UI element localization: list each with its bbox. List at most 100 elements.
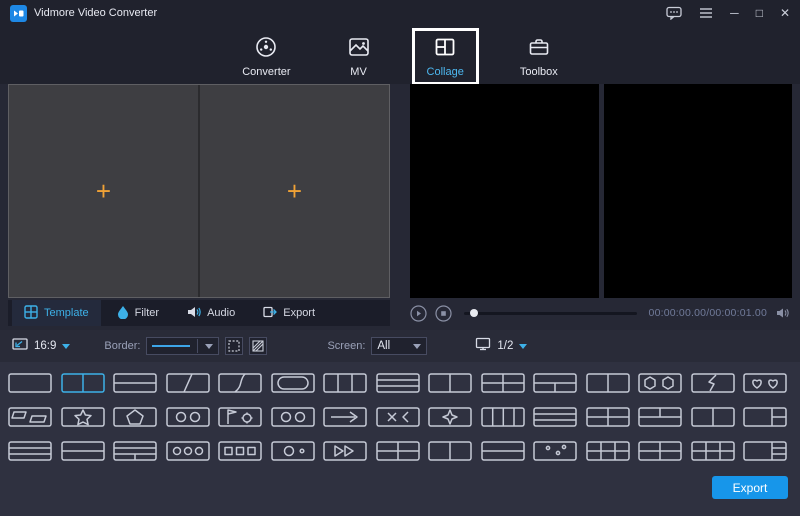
template-thumbnail-circles-2[interactable] xyxy=(271,407,315,427)
tab-converter-label: Converter xyxy=(242,66,290,78)
tab-audio-label: Audio xyxy=(207,307,235,319)
template-thumbnail-lines-3[interactable] xyxy=(376,373,420,393)
template-thumbnail-banners[interactable] xyxy=(8,407,52,427)
monitor-icon xyxy=(475,337,491,356)
template-row xyxy=(8,407,792,427)
template-thumbnail-x-bracket[interactable] xyxy=(376,407,420,427)
page-control[interactable]: 1/2 xyxy=(475,337,527,356)
collage-pane-1[interactable]: + xyxy=(9,85,198,297)
screen-value: All xyxy=(377,340,390,352)
title-bar: Vidmore Video Converter ─ □ ✕ xyxy=(0,0,800,26)
time-display: 00:00:00.00/00:00:01.00 xyxy=(649,307,767,319)
template-thumbnail-hearts[interactable] xyxy=(743,373,787,393)
aspect-ratio-caret-icon[interactable] xyxy=(62,344,70,349)
collage-pane-2[interactable]: + xyxy=(198,85,389,297)
template-thumbnail-pentagon[interactable] xyxy=(113,407,157,427)
screen-dropdown[interactable]: All xyxy=(371,337,427,355)
app-logo-icon xyxy=(10,5,27,22)
template-thumbnail-star-4[interactable] xyxy=(428,407,472,427)
template-thumbnail-lightning[interactable] xyxy=(691,373,735,393)
template-thumbnail-split-v2[interactable] xyxy=(428,441,472,461)
volume-icon[interactable] xyxy=(775,305,792,322)
tab-mv-label: MV xyxy=(350,66,367,78)
template-thumbnail-split-v2[interactable] xyxy=(61,373,105,393)
converter-reel-icon xyxy=(254,35,278,62)
feedback-icon[interactable] xyxy=(666,6,682,20)
seek-slider-thumb[interactable] xyxy=(470,309,478,317)
export-arrow-icon xyxy=(263,306,277,321)
play-button[interactable] xyxy=(410,305,427,322)
aspect-ratio-value: 16:9 xyxy=(34,340,56,352)
template-thumbnail-right-col[interactable] xyxy=(743,407,787,427)
close-icon[interactable]: ✕ xyxy=(780,7,790,19)
tab-template[interactable]: Template xyxy=(12,300,101,326)
minimize-icon[interactable]: ─ xyxy=(730,7,739,19)
template-thumbnail-split-v2[interactable] xyxy=(691,407,735,427)
template-thumbnail-grid-2x2[interactable] xyxy=(481,373,525,393)
page-caret-icon[interactable] xyxy=(519,344,527,349)
stop-button[interactable] xyxy=(435,305,452,322)
template-thumbnail-blank[interactable] xyxy=(8,373,52,393)
template-thumbnail-diagonal[interactable] xyxy=(166,373,210,393)
screen-dropdown-caret-icon[interactable] xyxy=(413,344,421,349)
seek-slider[interactable] xyxy=(464,312,637,315)
border-line-swatch xyxy=(152,345,190,347)
template-thumbnail-rounded[interactable] xyxy=(271,373,315,393)
template-thumbnail-circles-2[interactable] xyxy=(166,407,210,427)
audio-speaker-icon xyxy=(187,306,201,321)
export-button[interactable]: Export xyxy=(712,476,788,499)
template-thumbnail-hexagons[interactable] xyxy=(638,373,682,393)
template-thumbnail-flag-gear[interactable] xyxy=(218,407,262,427)
template-thumbnail-circle-dot[interactable] xyxy=(271,441,315,461)
template-thumbnail-squares-3[interactable] xyxy=(218,441,262,461)
template-thumbnail-grid-2x2[interactable] xyxy=(586,407,630,427)
template-thumbnail-grid-3x3[interactable] xyxy=(691,441,735,461)
template-thumbnail-lines-3[interactable] xyxy=(8,441,52,461)
filter-drop-icon xyxy=(117,305,129,322)
template-thumbnail-fast-forward[interactable] xyxy=(323,441,367,461)
template-thumbnail-b-split[interactable] xyxy=(638,407,682,427)
template-thumbnail-curve[interactable] xyxy=(218,373,262,393)
template-thumbnail-star-badge[interactable] xyxy=(61,407,105,427)
aspect-ratio-control[interactable]: 16:9 xyxy=(12,337,70,356)
template-thumbnail-arrow-right[interactable] xyxy=(323,407,367,427)
tab-export[interactable]: Export xyxy=(251,300,327,326)
template-thumbnail-split-h2[interactable] xyxy=(113,373,157,393)
mv-photo-icon xyxy=(347,35,371,62)
template-thumbnail-split-v2[interactable] xyxy=(586,373,630,393)
template-thumbnail-split-v2[interactable] xyxy=(428,373,472,393)
border-dashed-button[interactable] xyxy=(225,337,243,355)
template-thumbnail-grid-2x2[interactable] xyxy=(376,441,420,461)
template-thumbnail-t-split[interactable] xyxy=(533,373,577,393)
template-thumbnail-grid-2x2[interactable] xyxy=(638,441,682,461)
template-thumbnail-dots-3[interactable] xyxy=(533,441,577,461)
add-video-plus-2[interactable]: + xyxy=(287,176,302,207)
tab-converter[interactable]: Converter xyxy=(227,28,305,85)
dropdown-divider xyxy=(197,339,198,353)
tab-toolbox[interactable]: Toolbox xyxy=(505,28,573,85)
template-thumbnail-split-h2[interactable] xyxy=(481,441,525,461)
tab-filter[interactable]: Filter xyxy=(105,300,171,326)
maximize-icon[interactable]: □ xyxy=(756,7,763,19)
template-thumbnail-split-h2[interactable] xyxy=(61,441,105,461)
tab-audio[interactable]: Audio xyxy=(175,300,247,326)
template-thumbnail-right-grid[interactable] xyxy=(743,441,787,461)
screen-control: Screen: All xyxy=(327,337,427,355)
add-video-plus-1[interactable]: + xyxy=(96,176,111,207)
main-area: + + xyxy=(0,84,800,298)
border-dropdown-caret-icon[interactable] xyxy=(205,344,213,349)
template-thumbnail-circles-3[interactable] xyxy=(166,441,210,461)
menu-icon[interactable] xyxy=(699,8,713,18)
border-style-dropdown[interactable] xyxy=(146,337,219,355)
collage-grid-icon xyxy=(433,35,457,62)
preview-pane-2 xyxy=(604,84,793,298)
template-thumbnail-lines-3[interactable] xyxy=(533,407,577,427)
border-hatch-button[interactable] xyxy=(249,337,267,355)
template-thumbnail-grid-3x3[interactable] xyxy=(586,441,630,461)
tab-mv[interactable]: MV xyxy=(332,28,386,85)
tab-collage[interactable]: Collage xyxy=(412,28,479,85)
template-thumbnail-bottom-stack[interactable] xyxy=(113,441,157,461)
template-thumbnail-cols-4[interactable] xyxy=(481,407,525,427)
preview-panel xyxy=(410,84,792,298)
template-thumbnail-split-v3[interactable] xyxy=(323,373,367,393)
